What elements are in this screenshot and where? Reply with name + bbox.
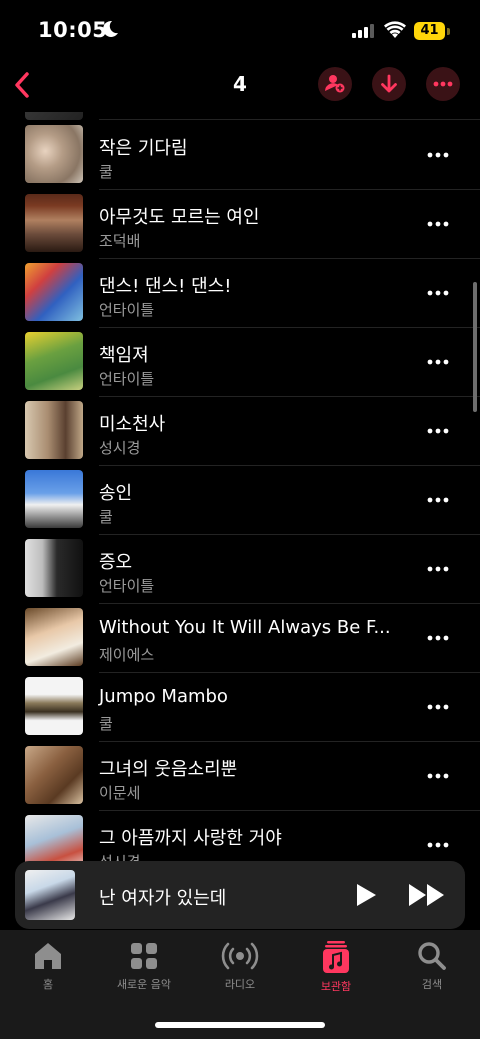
song-title: 그 아픔까지 사랑한 거야 — [99, 828, 282, 849]
search-icon — [418, 942, 446, 970]
song-artist: 쿨 — [99, 163, 113, 181]
cellular-signal-icon — [352, 24, 374, 38]
song-row[interactable]: 작은 기다림 쿨 — [0, 120, 480, 190]
song-title: 작은 기다림 — [99, 138, 188, 159]
song-more-icon[interactable] — [426, 148, 450, 162]
album-art — [25, 194, 83, 252]
song-row[interactable]: 그녀의 웃음소리뿐 이문세 — [0, 741, 480, 811]
song-more-icon[interactable] — [426, 424, 450, 438]
song-more-icon[interactable] — [426, 286, 450, 300]
tab-label: 검색 — [421, 978, 443, 991]
song-row[interactable]: 송인 쿨 — [0, 465, 480, 535]
song-row[interactable]: 그 아픔까지 사랑한 거야 성시경 — [0, 810, 480, 862]
scrollbar[interactable] — [473, 282, 477, 412]
song-more-icon[interactable] — [426, 631, 450, 645]
tab-label: 새로운 음악 — [116, 978, 172, 991]
album-art — [25, 608, 83, 666]
song-title: 증오 — [99, 552, 133, 573]
library-icon — [323, 941, 349, 973]
song-row[interactable]: 증오 언타이틀 — [0, 534, 480, 604]
song-artist: 언타이틀 — [99, 577, 155, 595]
song-row[interactable]: Without You It Will Always Be F... 제이에스 — [0, 603, 480, 673]
tab-search[interactable]: 검색 — [384, 940, 480, 992]
song-title: 미소천사 — [99, 414, 166, 435]
song-artist: 조덕배 — [99, 232, 141, 250]
song-title: 책임져 — [99, 345, 149, 366]
song-more-icon[interactable] — [426, 769, 450, 783]
album-art — [25, 746, 83, 804]
tab-label: 라디오 — [224, 978, 256, 991]
song-title: 그녀의 웃음소리뿐 — [99, 759, 238, 780]
tab-radio[interactable]: 라디오 — [192, 940, 288, 992]
song-title: 송인 — [99, 483, 133, 504]
song-row[interactable]: 미소천사 성시경 — [0, 396, 480, 466]
album-art — [25, 125, 83, 183]
song-row[interactable]: 아무것도 모르는 여인 조덕배 — [0, 189, 480, 259]
add-person-button[interactable] — [318, 67, 352, 101]
navigation-bar: 4 — [0, 60, 480, 110]
song-row[interactable]: 책임져 언타이틀 — [0, 327, 480, 397]
song-title: Jumpo Mambo — [99, 686, 228, 707]
song-title: 아무것도 모르는 여인 — [99, 207, 260, 228]
song-artist: 언타이틀 — [99, 370, 155, 388]
song-row[interactable]: Jumpo Mambo 쿨 — [0, 672, 480, 742]
song-more-icon[interactable] — [426, 838, 450, 852]
play-icon[interactable] — [353, 882, 379, 908]
album-art — [25, 677, 83, 735]
song-artist: 제이에스 — [99, 646, 155, 664]
mini-player[interactable]: 난 여자가 있는데 — [15, 861, 465, 929]
album-art — [25, 470, 83, 528]
album-art — [25, 815, 83, 862]
song-more-icon[interactable] — [426, 493, 450, 507]
page-title: 4 — [233, 72, 247, 96]
battery-indicator: 41 — [414, 22, 445, 40]
song-artist: 언타이틀 — [99, 301, 155, 319]
moon-icon — [103, 20, 118, 37]
tab-home[interactable]: 홈 — [0, 940, 96, 992]
song-list[interactable]: 작은 기다림 쿨 아무것도 모르는 여인 조덕배 댄스! 댄스! 댄스! 언타이… — [0, 112, 480, 862]
download-button[interactable] — [372, 67, 406, 101]
now-playing-title: 난 여자가 있는데 — [99, 888, 227, 909]
battery-tip — [447, 28, 450, 35]
status-time: 10:05 — [38, 18, 108, 42]
person-add-icon — [325, 75, 345, 93]
song-artist: 이문세 — [99, 784, 141, 802]
tab-label: 보관함 — [320, 980, 352, 993]
album-art — [25, 332, 83, 390]
grid-icon — [131, 943, 157, 969]
song-artist: 쿨 — [99, 715, 113, 733]
download-arrow-icon — [381, 74, 397, 93]
home-indicator[interactable] — [155, 1022, 325, 1028]
ellipsis-icon — [433, 81, 453, 87]
home-icon — [35, 943, 61, 969]
tab-label: 홈 — [42, 978, 54, 991]
fast-forward-icon[interactable] — [407, 882, 447, 908]
album-art — [25, 401, 83, 459]
tab-library[interactable]: 보관함 — [288, 940, 384, 994]
more-options-button[interactable] — [426, 67, 460, 101]
song-artist: 성시경 — [99, 439, 141, 457]
album-art — [25, 539, 83, 597]
song-more-icon[interactable] — [426, 562, 450, 576]
song-row[interactable]: 댄스! 댄스! 댄스! 언타이틀 — [0, 258, 480, 328]
radio-icon — [221, 942, 259, 970]
song-artist: 쿨 — [99, 508, 113, 526]
now-playing-art — [25, 870, 75, 920]
song-more-icon[interactable] — [426, 355, 450, 369]
status-bar: 10:05 41 — [0, 0, 480, 60]
album-art — [25, 263, 83, 321]
song-title: 댄스! 댄스! 댄스! — [99, 276, 232, 297]
song-more-icon[interactable] — [426, 700, 450, 714]
album-art — [25, 112, 83, 120]
wifi-icon — [384, 21, 406, 38]
tab-new-music[interactable]: 새로운 음악 — [96, 940, 192, 992]
song-more-icon[interactable] — [426, 217, 450, 231]
song-title: Without You It Will Always Be F... — [99, 617, 391, 638]
